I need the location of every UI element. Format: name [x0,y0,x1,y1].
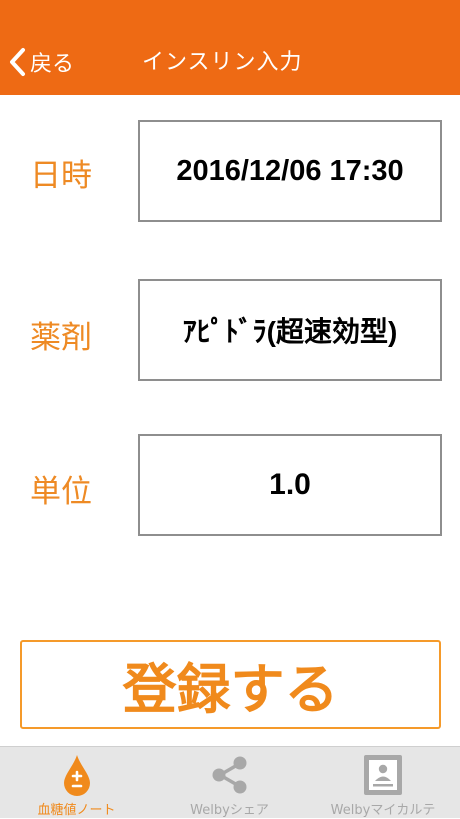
tab-label-welby-my-karte: Welbyマイカルテ [330,803,436,818]
navigation-bar: 戻る インスリン入力 [0,0,460,95]
drug-label: 薬剤 [30,320,92,356]
tab-bar: 血糖値ノート Welbyシェア Welbyマイカルテ [0,746,460,818]
unit-label: 単位 [30,474,92,510]
tab-label-blood-glucose-note: 血糖値ノート [37,803,116,818]
tab-welby-share[interactable]: Welbyシェア [153,747,306,819]
back-button[interactable]: 戻る [8,40,74,84]
register-button[interactable]: 登録する [20,640,441,729]
datetime-field[interactable]: 2016/12/06 17:30 [138,120,442,222]
drug-field[interactable]: ｱﾋﾟﾄﾞﾗ(超速効型) [138,279,442,381]
datetime-label: 日時 [30,158,92,194]
drug-value: ｱﾋﾟﾄﾞﾗ(超速効型) [182,316,398,347]
medical-record-icon [361,753,405,801]
register-label: 登録する [122,658,339,721]
unit-field[interactable]: 1.0 [138,434,442,536]
page-title: インスリン入力 [142,50,303,75]
back-label: 戻る [30,52,75,77]
blood-drop-icon [62,753,92,801]
tab-welby-my-karte[interactable]: Welbyマイカルテ [306,747,460,819]
tab-label-welby-share: Welbyシェア [190,803,269,818]
share-icon [208,753,252,801]
unit-value: 1.0 [269,468,311,501]
chevron-left-icon [8,47,26,77]
datetime-value: 2016/12/06 17:30 [176,154,404,187]
tab-blood-glucose-note[interactable]: 血糖値ノート [0,747,153,819]
